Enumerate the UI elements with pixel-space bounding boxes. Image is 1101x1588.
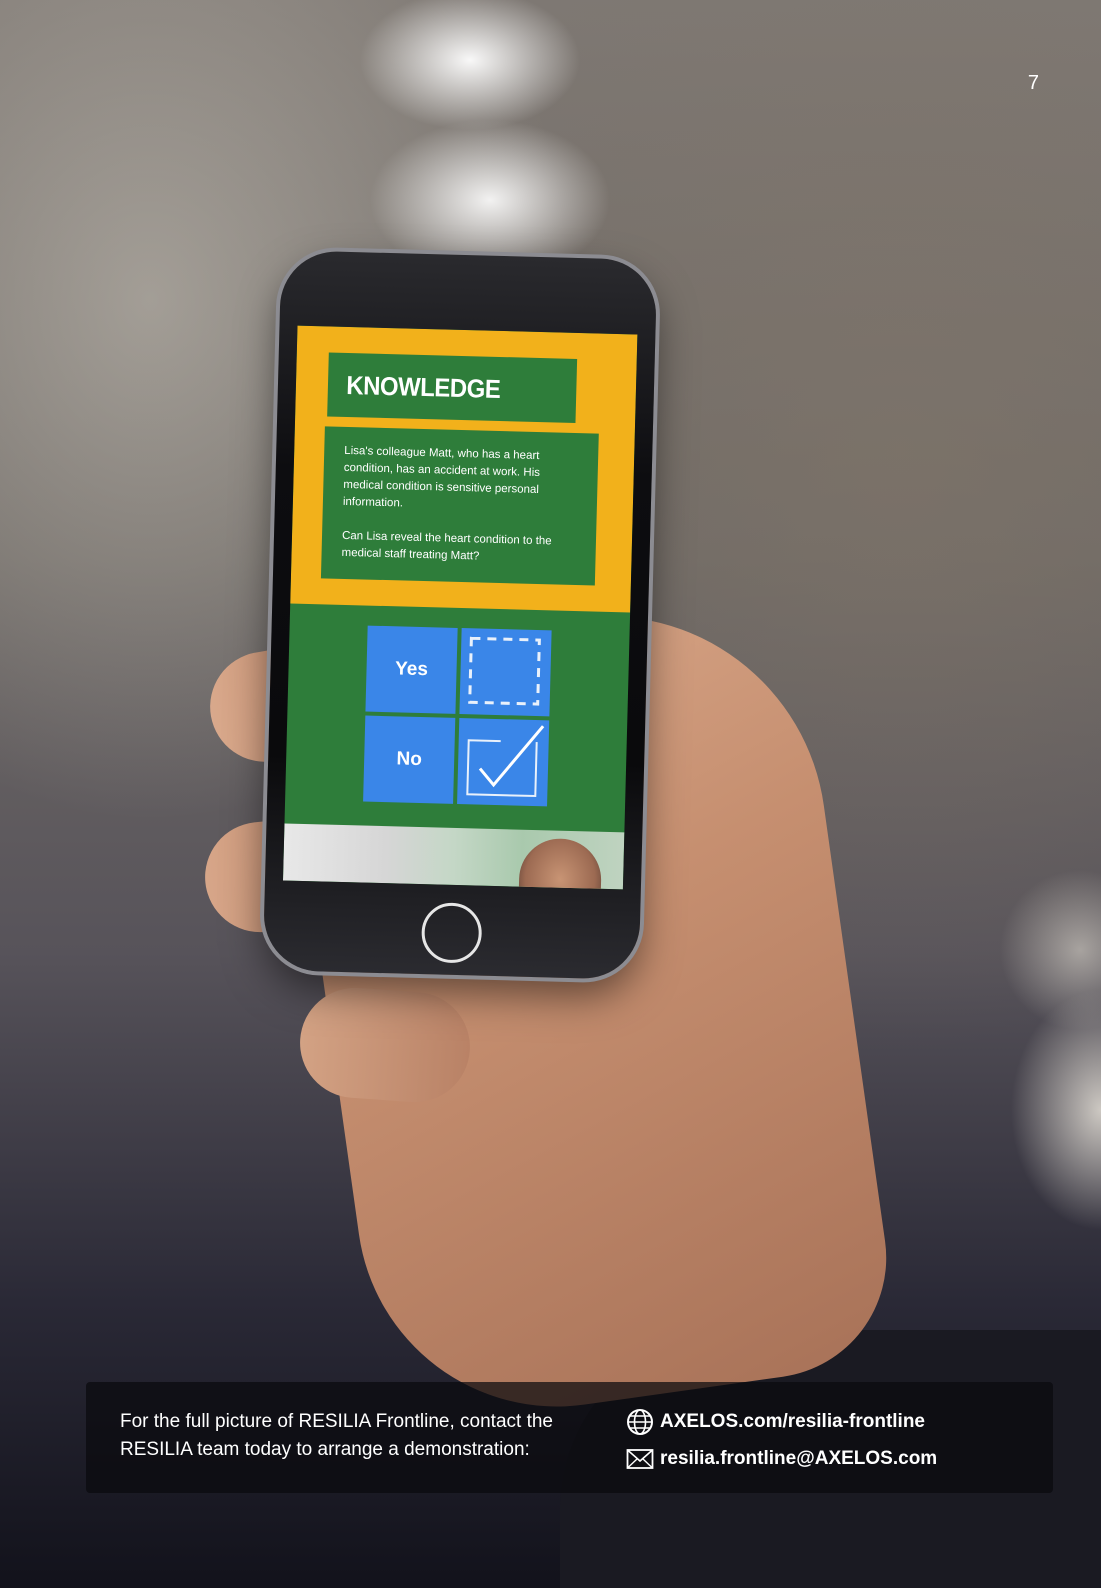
- empty-checkbox-icon: [468, 636, 541, 706]
- page-number: 7: [1027, 72, 1039, 94]
- smartphone: KNOWLEDGE CHECK Lisa's colleague Matt, w…: [262, 250, 658, 980]
- photo-strip: [282, 823, 625, 890]
- phone-screen: KNOWLEDGE CHECK Lisa's colleague Matt, w…: [282, 325, 638, 890]
- website-link[interactable]: AXELOS.com/resilia-frontline: [626, 1408, 925, 1436]
- knowledge-check-title: KNOWLEDGE CHECK: [327, 352, 578, 466]
- person-photo: [517, 837, 603, 890]
- hand-finger: [296, 984, 474, 1106]
- website-label: AXELOS.com/resilia-frontline: [660, 1411, 925, 1432]
- question-prompt: Can Lisa reveal the heart condition to t…: [341, 529, 552, 563]
- footer-description: For the full picture of RESILIA Frontlin…: [120, 1411, 553, 1460]
- email-label: resilia.frontline@AXELOS.com: [660, 1448, 938, 1469]
- answer-no-button[interactable]: No: [363, 715, 456, 804]
- answer-yes-checkbox[interactable]: [459, 628, 552, 717]
- answer-no-checkbox[interactable]: [457, 718, 550, 807]
- answer-no-label: No: [396, 748, 423, 771]
- email-link[interactable]: resilia.frontline@AXELOS.com: [626, 1445, 937, 1473]
- question-text: Lisa's colleague Matt, who has a heart c…: [320, 426, 599, 586]
- answer-yes-button[interactable]: Yes: [365, 625, 458, 714]
- checkmark-icon: [466, 725, 545, 798]
- answer-grid: Yes No: [363, 625, 552, 807]
- mail-icon: [626, 1449, 654, 1469]
- contact-footer: For the full picture of RESILIA Frontlin…: [86, 1382, 1053, 1493]
- home-button[interactable]: [420, 902, 483, 964]
- question-panel: KNOWLEDGE CHECK Lisa's colleague Matt, w…: [290, 325, 638, 613]
- answer-yes-label: Yes: [394, 658, 429, 681]
- brochure-page: 7 KNOWLEDGE CHECK Lisa's colleague Matt,…: [0, 0, 1101, 1588]
- globe-icon: [627, 1409, 653, 1435]
- question-scenario: Lisa's colleague Matt, who has a heart c…: [342, 444, 541, 510]
